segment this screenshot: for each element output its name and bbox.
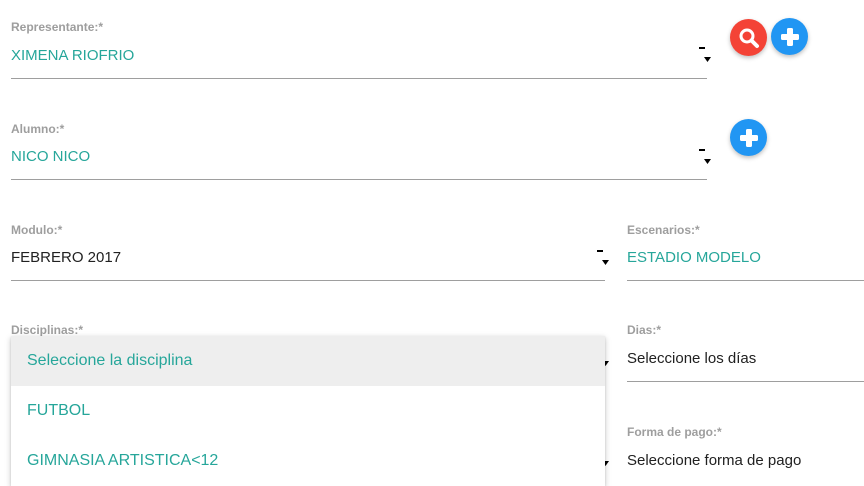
search-icon xyxy=(739,28,759,48)
disciplinas-dropdown[interactable]: Seleccione la disciplina FUTBOL GIMNASIA… xyxy=(11,336,605,486)
search-representante-button[interactable] xyxy=(730,19,767,56)
modulo-select[interactable]: FEBRERO 2017 xyxy=(11,249,121,266)
disciplina-option[interactable]: FUTBOL xyxy=(11,386,605,436)
caret-down-icon[interactable] xyxy=(699,147,713,167)
plus-icon xyxy=(780,27,799,46)
representante-underline xyxy=(11,78,707,79)
representante-label: Representante:* xyxy=(11,20,104,34)
forma-pago-select[interactable]: Seleccione forma de pago xyxy=(627,452,801,469)
forma-pago-label: Forma de pago:* xyxy=(627,425,722,439)
dias-select[interactable]: Seleccione los días xyxy=(627,350,756,367)
caret-down-icon[interactable] xyxy=(597,248,611,268)
plus-icon xyxy=(739,128,758,147)
add-alumno-button[interactable] xyxy=(730,119,767,156)
escenarios-select[interactable]: ESTADIO MODELO xyxy=(627,249,761,266)
modulo-underline xyxy=(11,280,605,281)
representante-select[interactable]: XIMENA RIOFRIO xyxy=(11,47,134,64)
disciplinas-label: Disciplinas:* xyxy=(11,323,84,337)
escenarios-label: Escenarios:* xyxy=(627,223,700,237)
dias-label: Dias:* xyxy=(627,323,662,337)
escenarios-underline xyxy=(627,280,864,281)
alumno-underline xyxy=(11,179,707,180)
dias-underline xyxy=(627,381,864,382)
modulo-label: Modulo:* xyxy=(11,223,63,237)
alumno-select[interactable]: NICO NICO xyxy=(11,148,90,165)
disciplina-option[interactable]: Seleccione la disciplina xyxy=(11,336,605,386)
caret-down-icon[interactable] xyxy=(699,45,713,65)
alumno-label: Alumno:* xyxy=(11,122,65,136)
add-representante-button[interactable] xyxy=(771,18,808,55)
